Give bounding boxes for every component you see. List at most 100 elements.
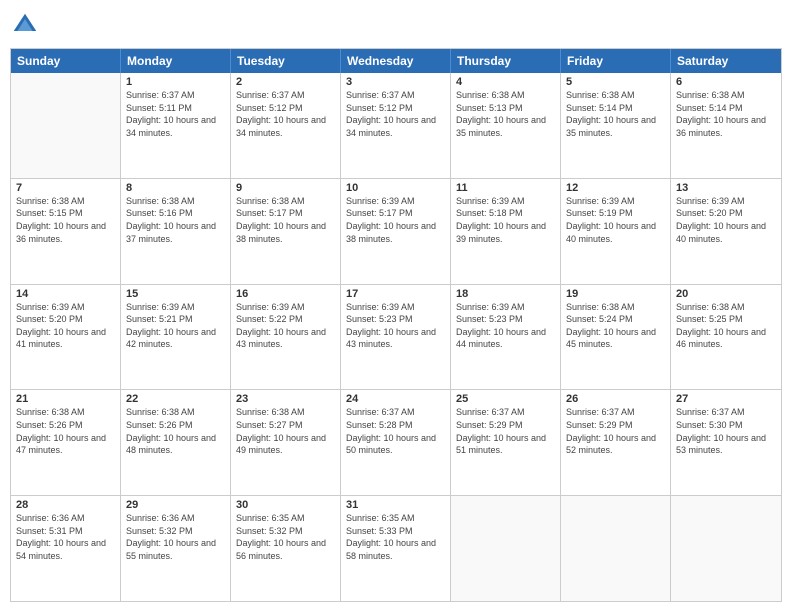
day-info: Sunrise: 6:39 AMSunset: 5:18 PMDaylight:… bbox=[456, 195, 555, 245]
empty-cell bbox=[11, 73, 121, 178]
day-number: 7 bbox=[16, 182, 115, 194]
day-number: 28 bbox=[16, 499, 115, 511]
day-number: 21 bbox=[16, 393, 115, 405]
header-day-tuesday: Tuesday bbox=[231, 49, 341, 73]
day-info: Sunrise: 6:39 AMSunset: 5:20 PMDaylight:… bbox=[676, 195, 776, 245]
day-number: 29 bbox=[126, 499, 225, 511]
day-cell-27: 27Sunrise: 6:37 AMSunset: 5:30 PMDayligh… bbox=[671, 390, 781, 495]
day-info: Sunrise: 6:38 AMSunset: 5:26 PMDaylight:… bbox=[16, 406, 115, 456]
day-cell-12: 12Sunrise: 6:39 AMSunset: 5:19 PMDayligh… bbox=[561, 179, 671, 284]
day-info: Sunrise: 6:37 AMSunset: 5:12 PMDaylight:… bbox=[236, 89, 335, 139]
day-number: 25 bbox=[456, 393, 555, 405]
day-cell-16: 16Sunrise: 6:39 AMSunset: 5:22 PMDayligh… bbox=[231, 285, 341, 390]
day-info: Sunrise: 6:39 AMSunset: 5:22 PMDaylight:… bbox=[236, 301, 335, 351]
day-cell-31: 31Sunrise: 6:35 AMSunset: 5:33 PMDayligh… bbox=[341, 496, 451, 601]
day-cell-14: 14Sunrise: 6:39 AMSunset: 5:20 PMDayligh… bbox=[11, 285, 121, 390]
day-number: 8 bbox=[126, 182, 225, 194]
header-day-saturday: Saturday bbox=[671, 49, 781, 73]
day-info: Sunrise: 6:37 AMSunset: 5:28 PMDaylight:… bbox=[346, 406, 445, 456]
day-number: 9 bbox=[236, 182, 335, 194]
day-cell-29: 29Sunrise: 6:36 AMSunset: 5:32 PMDayligh… bbox=[121, 496, 231, 601]
day-number: 22 bbox=[126, 393, 225, 405]
empty-cell bbox=[561, 496, 671, 601]
day-cell-2: 2Sunrise: 6:37 AMSunset: 5:12 PMDaylight… bbox=[231, 73, 341, 178]
day-number: 18 bbox=[456, 288, 555, 300]
day-cell-13: 13Sunrise: 6:39 AMSunset: 5:20 PMDayligh… bbox=[671, 179, 781, 284]
day-number: 10 bbox=[346, 182, 445, 194]
day-info: Sunrise: 6:37 AMSunset: 5:30 PMDaylight:… bbox=[676, 406, 776, 456]
day-info: Sunrise: 6:38 AMSunset: 5:26 PMDaylight:… bbox=[126, 406, 225, 456]
day-cell-17: 17Sunrise: 6:39 AMSunset: 5:23 PMDayligh… bbox=[341, 285, 451, 390]
day-info: Sunrise: 6:38 AMSunset: 5:16 PMDaylight:… bbox=[126, 195, 225, 245]
day-cell-26: 26Sunrise: 6:37 AMSunset: 5:29 PMDayligh… bbox=[561, 390, 671, 495]
day-cell-7: 7Sunrise: 6:38 AMSunset: 5:15 PMDaylight… bbox=[11, 179, 121, 284]
page: SundayMondayTuesdayWednesdayThursdayFrid… bbox=[0, 0, 792, 612]
day-number: 27 bbox=[676, 393, 776, 405]
day-cell-6: 6Sunrise: 6:38 AMSunset: 5:14 PMDaylight… bbox=[671, 73, 781, 178]
logo-icon bbox=[10, 10, 40, 40]
day-cell-15: 15Sunrise: 6:39 AMSunset: 5:21 PMDayligh… bbox=[121, 285, 231, 390]
day-info: Sunrise: 6:35 AMSunset: 5:32 PMDaylight:… bbox=[236, 512, 335, 562]
empty-cell bbox=[671, 496, 781, 601]
day-cell-11: 11Sunrise: 6:39 AMSunset: 5:18 PMDayligh… bbox=[451, 179, 561, 284]
day-cell-25: 25Sunrise: 6:37 AMSunset: 5:29 PMDayligh… bbox=[451, 390, 561, 495]
day-info: Sunrise: 6:35 AMSunset: 5:33 PMDaylight:… bbox=[346, 512, 445, 562]
empty-cell bbox=[451, 496, 561, 601]
calendar-body: 1Sunrise: 6:37 AMSunset: 5:11 PMDaylight… bbox=[11, 73, 781, 601]
week-row-3: 14Sunrise: 6:39 AMSunset: 5:20 PMDayligh… bbox=[11, 285, 781, 391]
day-cell-19: 19Sunrise: 6:38 AMSunset: 5:24 PMDayligh… bbox=[561, 285, 671, 390]
day-info: Sunrise: 6:39 AMSunset: 5:21 PMDaylight:… bbox=[126, 301, 225, 351]
day-cell-5: 5Sunrise: 6:38 AMSunset: 5:14 PMDaylight… bbox=[561, 73, 671, 178]
day-number: 12 bbox=[566, 182, 665, 194]
day-number: 31 bbox=[346, 499, 445, 511]
day-number: 19 bbox=[566, 288, 665, 300]
logo bbox=[10, 10, 44, 40]
day-cell-1: 1Sunrise: 6:37 AMSunset: 5:11 PMDaylight… bbox=[121, 73, 231, 178]
day-info: Sunrise: 6:39 AMSunset: 5:17 PMDaylight:… bbox=[346, 195, 445, 245]
day-cell-28: 28Sunrise: 6:36 AMSunset: 5:31 PMDayligh… bbox=[11, 496, 121, 601]
day-number: 6 bbox=[676, 76, 776, 88]
day-info: Sunrise: 6:38 AMSunset: 5:17 PMDaylight:… bbox=[236, 195, 335, 245]
header-day-sunday: Sunday bbox=[11, 49, 121, 73]
day-number: 30 bbox=[236, 499, 335, 511]
day-info: Sunrise: 6:39 AMSunset: 5:19 PMDaylight:… bbox=[566, 195, 665, 245]
week-row-4: 21Sunrise: 6:38 AMSunset: 5:26 PMDayligh… bbox=[11, 390, 781, 496]
day-info: Sunrise: 6:38 AMSunset: 5:25 PMDaylight:… bbox=[676, 301, 776, 351]
day-number: 16 bbox=[236, 288, 335, 300]
day-info: Sunrise: 6:37 AMSunset: 5:29 PMDaylight:… bbox=[456, 406, 555, 456]
day-info: Sunrise: 6:38 AMSunset: 5:14 PMDaylight:… bbox=[566, 89, 665, 139]
day-number: 20 bbox=[676, 288, 776, 300]
day-cell-18: 18Sunrise: 6:39 AMSunset: 5:23 PMDayligh… bbox=[451, 285, 561, 390]
day-cell-3: 3Sunrise: 6:37 AMSunset: 5:12 PMDaylight… bbox=[341, 73, 451, 178]
header-day-wednesday: Wednesday bbox=[341, 49, 451, 73]
week-row-1: 1Sunrise: 6:37 AMSunset: 5:11 PMDaylight… bbox=[11, 73, 781, 179]
day-cell-4: 4Sunrise: 6:38 AMSunset: 5:13 PMDaylight… bbox=[451, 73, 561, 178]
day-number: 24 bbox=[346, 393, 445, 405]
header-day-thursday: Thursday bbox=[451, 49, 561, 73]
day-info: Sunrise: 6:38 AMSunset: 5:15 PMDaylight:… bbox=[16, 195, 115, 245]
week-row-5: 28Sunrise: 6:36 AMSunset: 5:31 PMDayligh… bbox=[11, 496, 781, 601]
day-info: Sunrise: 6:37 AMSunset: 5:11 PMDaylight:… bbox=[126, 89, 225, 139]
header-day-friday: Friday bbox=[561, 49, 671, 73]
day-info: Sunrise: 6:36 AMSunset: 5:31 PMDaylight:… bbox=[16, 512, 115, 562]
day-cell-24: 24Sunrise: 6:37 AMSunset: 5:28 PMDayligh… bbox=[341, 390, 451, 495]
day-number: 2 bbox=[236, 76, 335, 88]
day-info: Sunrise: 6:38 AMSunset: 5:14 PMDaylight:… bbox=[676, 89, 776, 139]
day-info: Sunrise: 6:39 AMSunset: 5:20 PMDaylight:… bbox=[16, 301, 115, 351]
day-info: Sunrise: 6:37 AMSunset: 5:29 PMDaylight:… bbox=[566, 406, 665, 456]
day-number: 1 bbox=[126, 76, 225, 88]
calendar: SundayMondayTuesdayWednesdayThursdayFrid… bbox=[10, 48, 782, 602]
day-number: 5 bbox=[566, 76, 665, 88]
day-info: Sunrise: 6:38 AMSunset: 5:24 PMDaylight:… bbox=[566, 301, 665, 351]
day-cell-23: 23Sunrise: 6:38 AMSunset: 5:27 PMDayligh… bbox=[231, 390, 341, 495]
day-info: Sunrise: 6:39 AMSunset: 5:23 PMDaylight:… bbox=[456, 301, 555, 351]
day-info: Sunrise: 6:36 AMSunset: 5:32 PMDaylight:… bbox=[126, 512, 225, 562]
day-cell-20: 20Sunrise: 6:38 AMSunset: 5:25 PMDayligh… bbox=[671, 285, 781, 390]
day-number: 4 bbox=[456, 76, 555, 88]
day-cell-10: 10Sunrise: 6:39 AMSunset: 5:17 PMDayligh… bbox=[341, 179, 451, 284]
day-cell-21: 21Sunrise: 6:38 AMSunset: 5:26 PMDayligh… bbox=[11, 390, 121, 495]
day-number: 23 bbox=[236, 393, 335, 405]
header bbox=[10, 10, 782, 40]
day-number: 13 bbox=[676, 182, 776, 194]
day-cell-8: 8Sunrise: 6:38 AMSunset: 5:16 PMDaylight… bbox=[121, 179, 231, 284]
